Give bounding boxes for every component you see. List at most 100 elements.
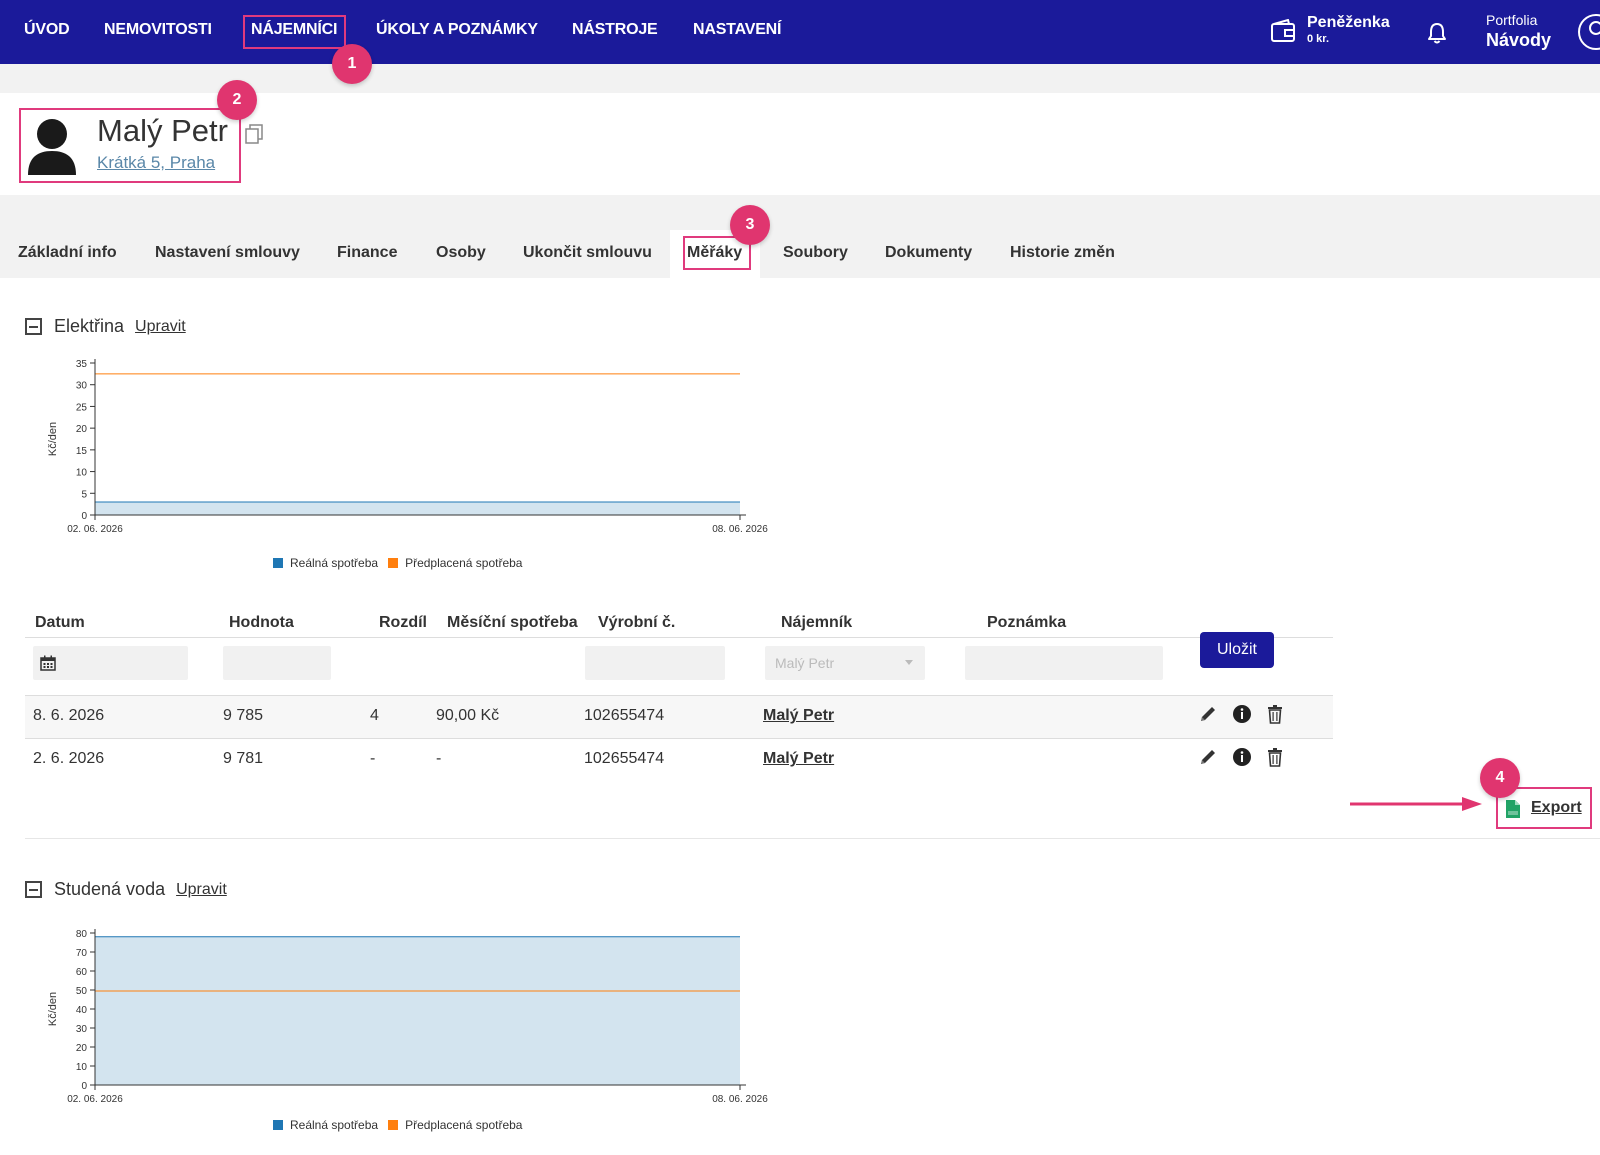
y-tick-label: 5 bbox=[81, 489, 87, 500]
nav-nemovitosti[interactable]: NEMOVITOSTI bbox=[104, 21, 212, 39]
edit-icon[interactable] bbox=[1198, 747, 1218, 767]
column-header-tenant: Nájemník bbox=[781, 614, 853, 631]
nav-highlight-box bbox=[243, 15, 346, 49]
row-date: 8. 6. 2026 bbox=[33, 707, 105, 724]
x-tick-label: 02. 06. 2026 bbox=[67, 524, 123, 535]
note-input-field[interactable] bbox=[965, 646, 1163, 680]
arrow-annotation bbox=[1350, 797, 1482, 811]
y-tick-label: 15 bbox=[76, 446, 88, 457]
nav-uvod[interactable]: ÚVOD bbox=[24, 21, 70, 39]
column-header-date: Datum bbox=[35, 614, 85, 631]
row-tenant-link[interactable]: Malý Petr bbox=[763, 707, 834, 725]
y-tick-label: 20 bbox=[76, 1043, 88, 1054]
legend-label-prepaid: Předplacená spotřeba bbox=[405, 556, 523, 570]
serial-input-field[interactable] bbox=[585, 646, 725, 680]
section-title-electricity: Elektřina bbox=[54, 316, 125, 336]
legend-item-real: Reálná spotřeba bbox=[273, 1118, 378, 1132]
tenant-address-link[interactable]: Krátká 5, Praha bbox=[97, 153, 215, 173]
section-title-cold-water: Studená voda bbox=[54, 879, 166, 899]
legend-label-real: Reálná spotřeba bbox=[290, 1118, 379, 1132]
info-icon[interactable] bbox=[1232, 747, 1252, 767]
column-header-serial: Výrobní č. bbox=[598, 614, 676, 631]
delete-icon[interactable] bbox=[1265, 704, 1285, 724]
portfolio-switcher[interactable]: Portfolia Návody bbox=[1486, 12, 1551, 51]
tab-ukoncit-smlouvu[interactable]: Ukončit smlouvu bbox=[523, 244, 652, 262]
section-header-electricity: Elektřina Upravit bbox=[25, 316, 186, 337]
row-monthly: 90,00 Kč bbox=[436, 707, 500, 724]
row-date: 2. 6. 2026 bbox=[33, 750, 105, 767]
date-input[interactable] bbox=[33, 646, 188, 680]
xlsx-file-icon[interactable] bbox=[1505, 799, 1521, 819]
y-tick-label: 0 bbox=[81, 511, 87, 522]
tab-osoby[interactable]: Osoby bbox=[436, 244, 486, 262]
delete-icon[interactable] bbox=[1265, 747, 1285, 767]
y-tick-label: 10 bbox=[76, 468, 88, 479]
y-tick-label: 60 bbox=[76, 967, 88, 978]
tab-zakladni-info[interactable]: Základní info bbox=[18, 244, 117, 262]
tenant-tabs: Základní info Nastavení smlouvy Finance … bbox=[0, 228, 1600, 278]
portfolio-value: Návody bbox=[1486, 30, 1552, 50]
row-tenant-link[interactable]: Malý Petr bbox=[763, 750, 834, 768]
tenant-name: Malý Petr bbox=[97, 113, 228, 148]
y-tick-label: 70 bbox=[76, 948, 88, 959]
edit-icon[interactable] bbox=[1198, 704, 1218, 724]
chevron-down-icon bbox=[905, 660, 913, 665]
legend-label-prepaid: Předplacená spotřeba bbox=[405, 1118, 523, 1132]
save-button[interactable]: Uložit bbox=[1200, 632, 1274, 668]
x-tick-label: 08. 06. 2026 bbox=[712, 524, 768, 535]
y-tick-label: 30 bbox=[76, 1024, 88, 1035]
electricity-chart-legend: Reálná spotřeba Předplacená spotřeba bbox=[273, 556, 532, 570]
row-value: 9 781 bbox=[223, 750, 264, 767]
row-value: 9 785 bbox=[223, 707, 264, 724]
legend-item-prepaid: Předplacená spotřeba bbox=[388, 556, 522, 570]
table-row: 8. 6. 2026 9 785 4 90,00 Kč 102655474 Ma… bbox=[25, 696, 1333, 738]
cold-water-chart: Kč/den 0 10 20 30 40 50 60 70 80 02. 06. 2026 08. 0… bbox=[47, 929, 768, 1105]
value-input-field[interactable] bbox=[223, 646, 331, 680]
bell-icon[interactable] bbox=[1427, 22, 1447, 44]
nav-nastroje[interactable]: NÁSTROJE bbox=[572, 21, 658, 39]
electricity-chart: Kč/den 0 5 10 15 20 25 30 35 02. 06. 2026 08. 06. … bbox=[47, 359, 768, 535]
edit-electricity-link[interactable]: Upravit bbox=[135, 318, 186, 336]
export-link[interactable]: Export bbox=[1531, 799, 1582, 817]
section-header-cold-water: Studená voda Upravit bbox=[25, 879, 227, 900]
table-row: 2. 6. 2026 9 781 - - 102655474 Malý Petr bbox=[25, 739, 1333, 781]
row-difference: - bbox=[370, 750, 376, 767]
user-account-icon[interactable] bbox=[1576, 14, 1600, 50]
tab-dokumenty[interactable]: Dokumenty bbox=[885, 244, 972, 262]
row-difference: 4 bbox=[370, 707, 379, 724]
x-tick-label: 08. 06. 2026 bbox=[712, 1094, 768, 1105]
column-header-note: Poznámka bbox=[987, 614, 1067, 631]
tab-nastaveni-smlouvy[interactable]: Nastavení smlouvy bbox=[155, 244, 300, 262]
edit-cold-water-link[interactable]: Upravit bbox=[176, 881, 227, 899]
nav-ukoly-a-poznamky[interactable]: ÚKOLY A POZNÁMKY bbox=[376, 21, 538, 39]
legend-item-prepaid: Předplacená spotřeba bbox=[388, 1118, 522, 1132]
value-input[interactable] bbox=[223, 646, 331, 680]
header-divider bbox=[25, 637, 1333, 638]
calendar-icon[interactable] bbox=[40, 655, 56, 671]
serial-input[interactable] bbox=[585, 646, 725, 680]
info-icon[interactable] bbox=[1232, 704, 1252, 724]
tab-soubory[interactable]: Soubory bbox=[783, 244, 848, 262]
column-header-difference: Rozdíl bbox=[379, 614, 427, 631]
collapse-electricity-button[interactable] bbox=[25, 318, 42, 335]
nav-nastaveni[interactable]: NASTAVENÍ bbox=[693, 21, 781, 39]
y-axis-label: Kč/den bbox=[47, 422, 59, 456]
collapse-cold-water-button[interactable] bbox=[25, 881, 42, 898]
row-monthly: - bbox=[436, 750, 442, 767]
cold-water-chart-legend: Reálná spotřeba Předplacená spotřeba bbox=[273, 1118, 532, 1132]
step-badge: 4 bbox=[1480, 758, 1520, 798]
tenant-select[interactable]: Malý Petr bbox=[765, 646, 925, 680]
legend-label-real: Reálná spotřeba bbox=[290, 556, 379, 570]
tab-historie-zmen[interactable]: Historie změn bbox=[1010, 244, 1115, 262]
y-tick-label: 0 bbox=[81, 1081, 87, 1092]
copy-icon[interactable] bbox=[245, 124, 263, 144]
portfolio-label: Portfolia bbox=[1486, 12, 1538, 28]
y-tick-label: 20 bbox=[76, 424, 88, 435]
note-input[interactable] bbox=[965, 646, 1163, 680]
row-serial: 102655474 bbox=[584, 750, 665, 767]
step-badge: 2 bbox=[217, 80, 257, 120]
wallet-balance: 0 kr. bbox=[1307, 33, 1330, 45]
top-navigation-bar: ÚVOD NEMOVITOSTI NÁJEMNÍCI ÚKOLY A POZNÁ… bbox=[0, 0, 1600, 64]
wallet-icon bbox=[1271, 19, 1295, 42]
tab-finance[interactable]: Finance bbox=[337, 244, 397, 262]
